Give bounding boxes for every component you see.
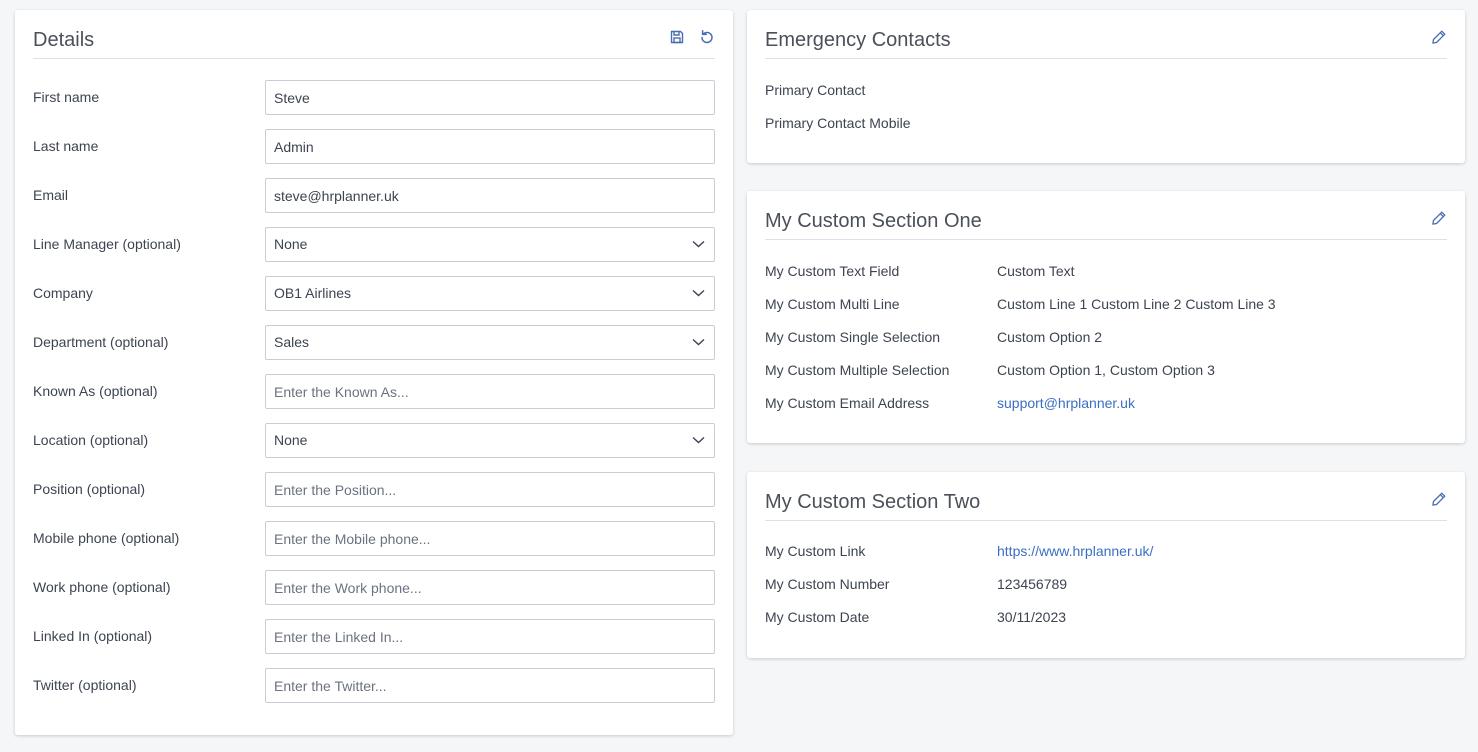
section-one-header: My Custom Section One [765,191,1447,240]
select-value: OB1 Airlines [274,285,352,301]
section-two-title: My Custom Section Two [765,491,981,513]
pencil-icon[interactable] [1431,491,1447,507]
undo-icon[interactable] [699,29,715,45]
section-one-actions [1431,210,1447,226]
details-header: Details [33,10,715,59]
field-label: Last name [33,138,99,154]
field-label: Known As (optional) [33,383,158,399]
info-row-custom-multiple-selection: My Custom Multiple Selection Custom Opti… [765,361,1447,379]
field-position: Position (optional) [33,472,715,507]
info-label: Primary Contact [765,82,866,98]
emergency-title: Emergency Contacts [765,29,951,51]
first-name-input[interactable] [265,80,715,115]
field-company: Company OB1 Airlines [33,276,715,311]
details-card: Details First name Last name [15,10,733,735]
details-title: Details [33,29,95,51]
field-mobile-phone: Mobile phone (optional) [33,521,715,556]
section-two-actions [1431,491,1447,507]
emergency-actions [1431,29,1447,45]
chevron-down-icon [692,436,705,444]
chevron-down-icon [692,240,705,248]
last-name-input[interactable] [265,129,715,164]
field-label: Email [33,187,69,203]
field-first-name: First name [33,80,715,115]
email-link[interactable]: support@hrplanner.uk [997,394,1135,412]
info-value: 30/11/2023 [997,609,1067,625]
field-label: Work phone (optional) [33,579,171,595]
line-manager-select[interactable]: None [265,227,715,262]
email-input[interactable] [265,178,715,213]
field-email: Email [33,178,715,213]
custom-section-one-card: My Custom Section One My Custom Text Fie… [747,191,1465,443]
field-label: Mobile phone (optional) [33,530,180,546]
field-line-manager: Line Manager (optional) None [33,227,715,262]
website-link[interactable]: https://www.hrplanner.uk/ [997,542,1153,560]
info-row-custom-number: My Custom Number 123456789 [765,575,1447,593]
field-last-name: Last name [33,129,715,164]
info-row-custom-multi-line: My Custom Multi Line Custom Line 1 Custo… [765,295,1447,313]
info-label: Primary Contact Mobile [765,115,911,131]
info-label: My Custom Text Field [765,263,900,279]
info-value: Custom Option 2 [997,329,1103,345]
chevron-down-icon [692,289,705,297]
info-value: Custom Option 1, Custom Option 3 [997,362,1215,378]
info-value: 123456789 [997,576,1068,592]
info-row-primary-contact: Primary Contact [765,81,1447,99]
work-phone-input[interactable] [265,570,715,605]
position-input[interactable] [265,472,715,507]
field-label: Company [33,285,93,301]
select-value: None [274,236,308,252]
pencil-icon[interactable] [1431,29,1447,45]
department-select[interactable]: Sales [265,325,715,360]
field-department: Department (optional) Sales [33,325,715,360]
field-known-as: Known As (optional) [33,374,715,409]
field-label: Department (optional) [33,334,169,350]
company-select[interactable]: OB1 Airlines [265,276,715,311]
info-label: My Custom Number [765,576,890,592]
info-label: My Custom Multiple Selection [765,362,950,378]
field-twitter: Twitter (optional) [33,668,715,703]
field-label: Location (optional) [33,432,149,448]
twitter-input[interactable] [265,668,715,703]
linked-in-input[interactable] [265,619,715,654]
info-label: My Custom Single Selection [765,329,941,345]
location-select[interactable]: None [265,423,715,458]
select-value: None [274,432,308,448]
info-label: My Custom Multi Line [765,296,900,312]
field-label: Position (optional) [33,481,146,497]
info-row-primary-contact-mobile: Primary Contact Mobile [765,114,1447,132]
mobile-phone-input[interactable] [265,521,715,556]
info-label: My Custom Link [765,543,866,559]
known-as-input[interactable] [265,374,715,409]
field-location: Location (optional) None [33,423,715,458]
info-row-custom-text: My Custom Text Field Custom Text [765,262,1447,280]
emergency-contacts-card: Emergency Contacts Primary Contact Prima… [747,10,1465,163]
info-label: My Custom Date [765,609,870,625]
field-work-phone: Work phone (optional) [33,570,715,605]
info-value: Custom Text [997,263,1075,279]
field-label: Twitter (optional) [33,677,137,693]
chevron-down-icon [692,338,705,346]
info-label: My Custom Email Address [765,395,930,411]
field-label: First name [33,89,100,105]
pencil-icon[interactable] [1431,210,1447,226]
save-icon[interactable] [669,29,685,45]
emergency-header: Emergency Contacts [765,10,1447,59]
details-actions [669,29,715,45]
info-row-custom-single-selection: My Custom Single Selection Custom Option… [765,328,1447,346]
section-two-header: My Custom Section Two [765,472,1447,521]
field-label: Linked In (optional) [33,628,153,644]
select-value: Sales [274,334,310,350]
section-one-title: My Custom Section One [765,210,982,232]
info-row-custom-link: My Custom Link https://www.hrplanner.uk/ [765,542,1447,560]
custom-section-two-card: My Custom Section Two My Custom Link htt… [747,472,1465,658]
info-row-custom-date: My Custom Date 30/11/2023 [765,608,1447,626]
info-value: Custom Line 1 Custom Line 2 Custom Line … [997,296,1276,312]
field-label: Line Manager (optional) [33,236,181,252]
info-row-custom-email: My Custom Email Address support@hrplanne… [765,394,1447,412]
field-linked-in: Linked In (optional) [33,619,715,654]
